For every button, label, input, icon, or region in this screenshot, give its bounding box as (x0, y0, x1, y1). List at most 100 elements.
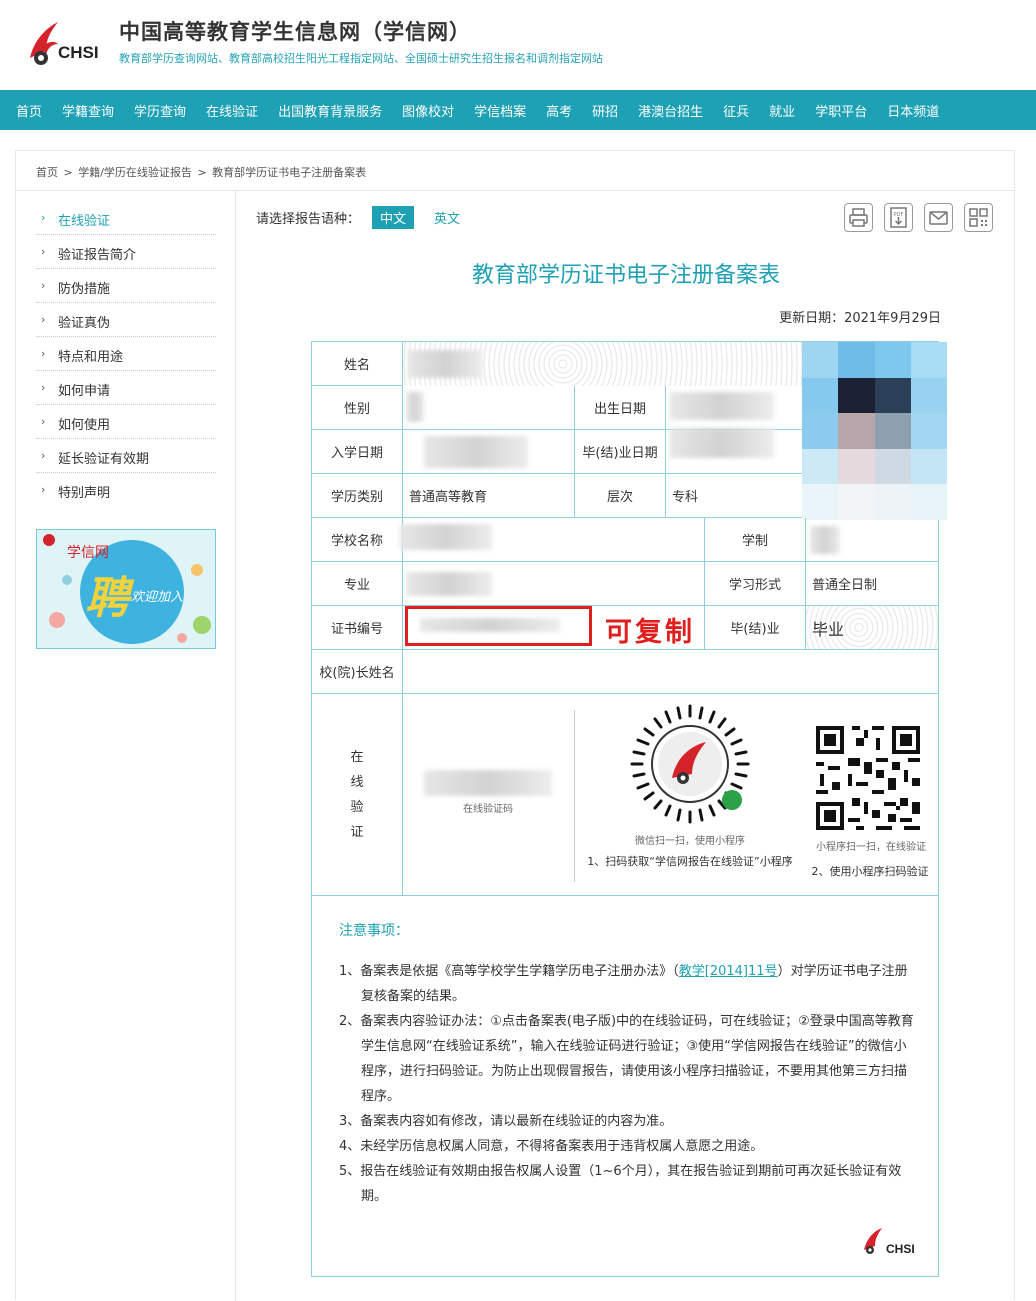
nav-item-home[interactable]: 首页 (6, 101, 52, 120)
gender-label: 性别 (312, 386, 403, 430)
crumb-current: 教育部学历证书电子注册备案表 (212, 166, 367, 179)
level-value: 专科 (666, 474, 802, 518)
name-value-redacted (408, 350, 483, 378)
nav-item-zhengbing[interactable]: 征兵 (713, 101, 759, 120)
chevron-right-icon: › (41, 279, 46, 292)
nav-item-gat[interactable]: 港澳台招生 (628, 101, 713, 120)
wechat-miniprogram-code-icon[interactable] (628, 702, 752, 826)
nav-item-yanzhao[interactable]: 研招 (582, 101, 628, 120)
sidebar-item-label: 特别声明 (58, 486, 111, 501)
school-redacted (400, 524, 492, 550)
grad-value: 毕业 (806, 606, 938, 650)
site-header: CHSI 中国高等教育学生信息网（学信网） 教育部学历查询网站、教育部高校招生阳… (0, 0, 1036, 90)
birth-label: 出生日期 (575, 386, 666, 430)
sidebar-item-anti-fake[interactable]: › 防伪措施 (36, 269, 216, 303)
student-photo-redacted (802, 342, 947, 520)
sidebar-item-intro[interactable]: › 验证报告简介 (36, 235, 216, 269)
birth-redacted (670, 392, 774, 420)
note-item: 2、备案表内容验证办法：①点击备案表(电子版)中的在线验证码，可在线验证；②登录… (339, 1014, 914, 1104)
name-label: 姓名 (312, 342, 403, 386)
nav-item-verify[interactable]: 在线验证 (196, 101, 268, 120)
sidebar-item-label: 验证真伪 (58, 316, 111, 331)
online-verify-label: 在 线 验 证 (312, 694, 403, 896)
note-item: 4、未经学历信息权属人同意，不得将备案表用于违背权属人意愿之用途。 (339, 1139, 764, 1154)
main-panel: 首页 > 学籍/学历在线验证报告 > 教育部学历证书电子注册备案表 › 在线验证 … (15, 150, 1015, 1301)
nav-item-jiuye[interactable]: 就业 (759, 101, 805, 120)
sidebar-item-label: 如何使用 (58, 418, 111, 433)
sidebar-item-features[interactable]: › 特点和用途 (36, 337, 216, 371)
chevron-right-icon: › (41, 449, 46, 462)
nav-item-abroad[interactable]: 出国教育背景服务 (268, 101, 392, 120)
duration-label: 学制 (705, 518, 806, 562)
lang-en-button[interactable]: 英文 (426, 206, 468, 229)
note-item: 1、备案表是依据《高等学校学生学籍学历电子注册办法》（教学[2014]11号）对… (339, 964, 908, 1004)
sidebar-item-online-verify[interactable]: › 在线验证 (36, 201, 216, 235)
study-form-label: 学习形式 (705, 562, 806, 606)
update-date: 更新日期：2021年9月29日 (779, 311, 941, 326)
sidebar-item-apply[interactable]: › 如何申请 (36, 371, 216, 405)
nav-item-xueli[interactable]: 学历查询 (124, 101, 196, 120)
pdf-download-icon: PDF (890, 207, 907, 228)
sidebar-item-label: 特点和用途 (58, 350, 124, 365)
verify-code-redacted[interactable] (424, 770, 552, 796)
crumb-sep: > (63, 166, 73, 179)
verify-code-caption: 在线验证码 (463, 804, 513, 815)
footer-logo-text: CHSI (886, 1242, 915, 1256)
note-item: 3、备案表内容如有修改，请以最新在线验证的内容为准。 (339, 1114, 673, 1129)
duration-redacted (810, 526, 840, 554)
crumb-sep: > (197, 166, 207, 179)
lang-cn-button[interactable]: 中文 (372, 206, 415, 229)
edu-type-value: 普通高等教育 (403, 474, 575, 518)
language-label: 请选择报告语种： (256, 212, 361, 227)
cert-no-highlight-box (405, 606, 592, 646)
mail-button[interactable] (924, 203, 953, 232)
sidebar-item-label: 在线验证 (58, 214, 111, 229)
step1-text: 1、扫码获取“学信网报告在线验证”小程序 (587, 855, 793, 868)
chevron-right-icon: › (41, 415, 46, 428)
print-icon (849, 208, 868, 227)
chevron-right-icon: › (41, 381, 46, 394)
edu-type-label: 学历类别 (312, 474, 403, 518)
pdf-download-button[interactable]: PDF (884, 203, 913, 232)
school-label: 学校名称 (312, 518, 403, 562)
chevron-right-icon: › (41, 313, 46, 326)
sidebar-item-label: 防伪措施 (58, 282, 111, 297)
gender-redacted (406, 392, 424, 422)
sidebar-item-label: 验证报告简介 (58, 248, 137, 263)
qr-code-icon[interactable] (812, 722, 924, 834)
nav-item-gaokao[interactable]: 高考 (536, 101, 582, 120)
major-label: 专业 (312, 562, 403, 606)
level-label: 层次 (575, 474, 666, 518)
mini-program-caption: 小程序扫一扫，在线验证 (816, 842, 926, 853)
sidebar: › 在线验证 › 验证报告简介 › 防伪措施 › 验证真伪 › 特点和用途 › 如何申请 ›… (16, 191, 236, 1301)
sidebar-item-extend[interactable]: › 延长验证有效期 (36, 439, 216, 473)
wechat-caption: 微信扫一扫，使用小程序 (635, 836, 745, 847)
grad-label: 毕(结)业 (705, 606, 806, 650)
mail-icon (929, 211, 948, 225)
crumb-verify[interactable]: 学籍/学历在线验证报告 (78, 166, 192, 179)
regulation-link[interactable]: 教学[2014]11号 (679, 964, 778, 979)
sidebar-item-check[interactable]: › 验证真伪 (36, 303, 216, 337)
qrcode-button[interactable] (964, 203, 993, 232)
nav-item-image[interactable]: 图像校对 (392, 101, 464, 120)
copyable-note: 可复制 (605, 617, 695, 648)
sidebar-item-use[interactable]: › 如何使用 (36, 405, 216, 439)
site-subtitle: 教育部学历查询网站、教育部高校招生阳光工程指定网站、全国硕士研究生招生报名和调剂… (119, 52, 603, 65)
enroll-label: 入学日期 (312, 430, 403, 474)
sidebar-item-label: 延长验证有效期 (58, 452, 150, 467)
print-button[interactable] (844, 203, 873, 232)
registration-form: 姓名 性别 出生日期 入学日期 毕(结)业日期 学历类别 普通高等教育 层次 专… (311, 341, 947, 1277)
nav-item-xueji[interactable]: 学籍查询 (52, 101, 124, 120)
chevron-right-icon: › (41, 347, 46, 360)
chevron-right-icon: › (41, 245, 46, 258)
logo-text: CHSI (58, 43, 99, 62)
principal-label: 校(院)长姓名 (312, 650, 403, 694)
crumb-home[interactable]: 首页 (36, 166, 58, 179)
grad-date-redacted (670, 428, 774, 458)
nav-item-japan[interactable]: 日本频道 (877, 101, 949, 120)
nav-item-archive[interactable]: 学信档案 (464, 101, 536, 120)
nav-item-xuezhi[interactable]: 学职平台 (805, 101, 877, 120)
banner-big-char: 聘 (85, 573, 129, 624)
sidebar-item-statement[interactable]: › 特别声明 (36, 473, 216, 507)
recruit-banner[interactable]: 学信网 聘 欢迎加入 (36, 529, 216, 649)
